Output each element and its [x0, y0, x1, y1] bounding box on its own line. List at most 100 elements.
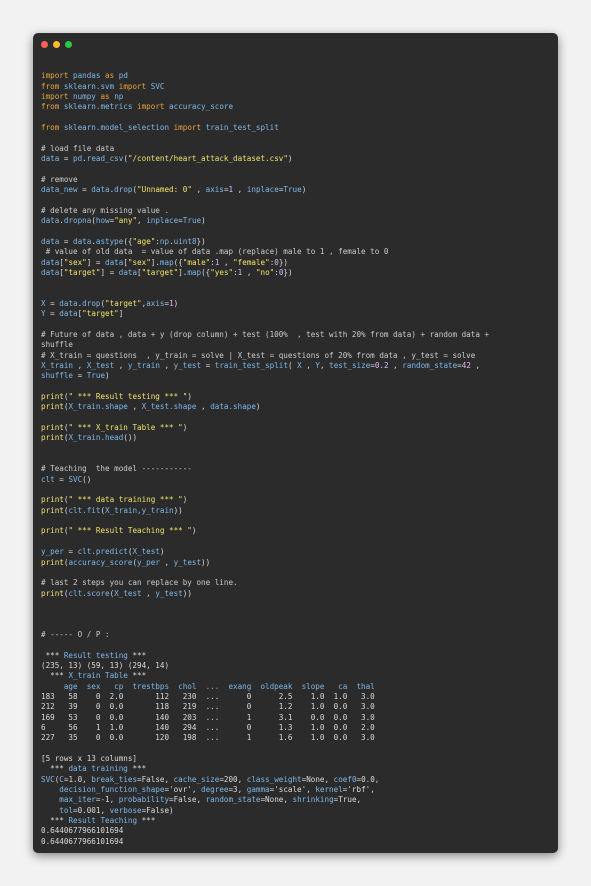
code-token: class_weight — [246, 774, 302, 784]
code-token: =None, — [301, 774, 334, 784]
code-token: # load file data — [41, 143, 115, 153]
minimize-button[interactable] — [53, 41, 60, 48]
code-line: 212 39 0 0.0 118 219 ... 0 1.2 1.0 0.0 3… — [41, 702, 552, 712]
code-token: , — [73, 360, 87, 370]
code-token: = — [45, 298, 60, 308]
code-line: # Future of data , data + y (drop column… — [41, 330, 552, 340]
code-line: import numpy as np — [41, 92, 552, 102]
code-line: print(clt.score(X_test , y_test)) — [41, 589, 552, 599]
code-token: data — [59, 298, 78, 308]
code-token: inplace — [146, 216, 179, 226]
code-token: max_iter — [59, 795, 96, 805]
code-token: ] = — [100, 267, 119, 277]
code-token: ]. — [178, 267, 188, 277]
code-token: degree — [201, 785, 229, 795]
code-token: 0.2 — [374, 360, 389, 370]
code-line: print(accuracy_score(y_per , y_test)) — [41, 558, 552, 568]
code-token: 0.6440677966101694 — [41, 826, 124, 836]
code-token: ) — [187, 392, 192, 401]
code-token: ( — [287, 360, 298, 370]
code-token: *** — [127, 671, 147, 681]
code-token: pandas — [73, 71, 101, 81]
code-line: # remove — [41, 175, 552, 185]
code-token: # X_train = questions , y_train = solve … — [41, 350, 476, 360]
code-token: y_test — [173, 557, 202, 567]
code-token: True — [86, 371, 106, 381]
code-token: ] — [118, 309, 124, 319]
code-token: "target" — [105, 298, 142, 308]
code-line: # value of old data = value of data .map… — [41, 247, 552, 257]
code-line: 169 53 0 0.0 140 203 ... 1 3.1 0.0 0.0 3… — [41, 713, 552, 723]
close-button[interactable] — [41, 41, 48, 48]
code-token: pd — [73, 154, 83, 164]
code-token: data — [59, 309, 78, 319]
maximize-button[interactable] — [65, 41, 72, 48]
code-token: pd — [118, 71, 128, 81]
code-line: print(X_train.shape , X_test.shape , dat… — [41, 402, 552, 412]
code-token: X_test — [86, 360, 115, 370]
code-line: shuffle = True) — [41, 371, 552, 381]
code-token: , — [137, 216, 147, 226]
code-token: [5 rows x 13 columns] — [41, 754, 138, 764]
code-line: tol=0.001, verbose=False) — [41, 806, 552, 816]
code-line: *** Result Teaching *** — [41, 816, 552, 826]
code-token: X_test.shape — [141, 402, 197, 412]
code-token: uint8 — [173, 236, 197, 246]
code-line: age sex cp trestbps chol ... exang oldpe… — [41, 682, 552, 692]
code-token: clt.fit — [68, 505, 101, 515]
code-token: , — [141, 588, 156, 598]
code-token: (235, 13) (59, 13) (294, 14) — [41, 660, 170, 670]
code-token: =False) — [141, 805, 174, 815]
code-line: from sklearn.metrics import accuracy_sco… — [41, 102, 552, 112]
code-token: y_per — [41, 547, 64, 557]
code-token: drop — [82, 298, 101, 308]
code-token: =200, — [219, 774, 247, 784]
code-token: ]. — [150, 257, 160, 267]
code-token: SVC — [150, 81, 165, 91]
code-token: how — [95, 216, 110, 226]
code-token: shuffle — [41, 371, 74, 381]
code-line: *** data training *** — [41, 764, 552, 774]
code-token: tol — [59, 805, 74, 815]
code-token: True — [283, 185, 302, 195]
code-token: break_ties — [91, 774, 138, 784]
code-token: data — [118, 267, 138, 277]
code-token: =False, — [169, 795, 206, 805]
code-token: = — [54, 474, 69, 484]
code-line: print(" *** X_train Table *** ") — [41, 423, 552, 433]
code-token: from — [41, 123, 60, 133]
code-token: ) — [105, 371, 110, 381]
code-token: # last 2 steps you can replace by one li… — [41, 578, 238, 588]
code-token: }) — [283, 267, 293, 277]
code-token: *** — [127, 650, 147, 660]
code-token: data — [41, 257, 60, 267]
code-token: inplace — [246, 185, 279, 195]
code-token: " *** data training *** " — [68, 495, 183, 505]
code-line: # Teaching the model ----------- — [41, 464, 552, 474]
code-token: shrinking — [292, 795, 334, 805]
code-token: , — [159, 360, 174, 370]
code-token: data — [41, 236, 60, 246]
code-token: map — [159, 257, 174, 267]
code-token: import — [173, 123, 202, 133]
code-token: ({ — [201, 267, 211, 277]
code-token: , — [127, 402, 142, 412]
code-token: sklearn.metrics — [63, 102, 133, 112]
code-token: "male" — [182, 257, 211, 267]
code-token: , — [191, 185, 206, 195]
code-token: , — [301, 360, 316, 370]
code-token: , — [233, 185, 247, 195]
code-token: " *** Result Teaching *** " — [68, 526, 192, 536]
code-line: print(" *** Result Teaching *** ") — [41, 526, 552, 536]
code-token: y_test — [173, 360, 202, 370]
code-token: print — [41, 526, 64, 536]
code-token: print — [41, 505, 64, 515]
